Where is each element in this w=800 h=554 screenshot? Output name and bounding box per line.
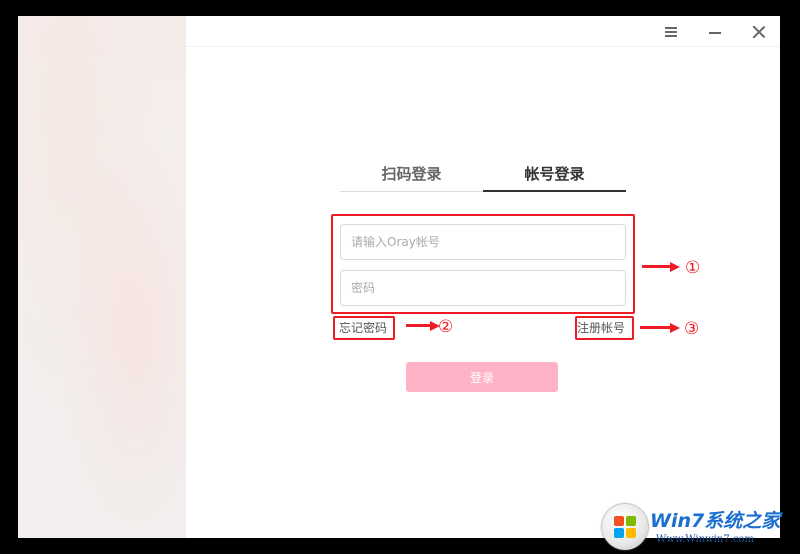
watermark-url: Www.Winwin7.com (656, 534, 754, 545)
login-tabs: 扫码登录 帐号登录 (340, 162, 626, 194)
annotation-arrow-1 (642, 262, 680, 272)
watermark-title: Win7系统之家 (650, 510, 781, 532)
close-button[interactable] (748, 22, 770, 42)
tab-qr-login[interactable]: 扫码登录 (340, 162, 483, 192)
login-button[interactable]: 登录 (406, 362, 558, 392)
annotation-box-inputs (331, 214, 635, 314)
windows-logo-icon (602, 504, 648, 550)
annotation-arrow-3 (640, 323, 680, 333)
active-tab-indicator (483, 190, 626, 192)
annotation-number-1: ① (685, 258, 701, 278)
site-watermark: Win7系统之家 Www.Winwin7.com (600, 500, 800, 554)
annotation-box-register (575, 316, 634, 340)
close-icon (752, 25, 766, 39)
minimize-button[interactable] (704, 22, 726, 42)
menu-button[interactable] (660, 22, 682, 42)
tab-underline (340, 191, 483, 192)
hamburger-icon (665, 27, 677, 37)
annotation-box-forgot (333, 316, 395, 340)
background-banner (18, 16, 186, 538)
annotation-number-3: ③ (684, 319, 700, 339)
annotation-number-2: ② (438, 317, 454, 337)
titlebar-divider (186, 46, 780, 47)
login-window: 扫码登录 帐号登录 忘记密码 注册帐号 登录 ① ② ③ (18, 16, 780, 538)
annotation-arrow-2 (406, 321, 440, 331)
minimize-icon (709, 32, 721, 34)
tab-account-login[interactable]: 帐号登录 (483, 162, 626, 192)
